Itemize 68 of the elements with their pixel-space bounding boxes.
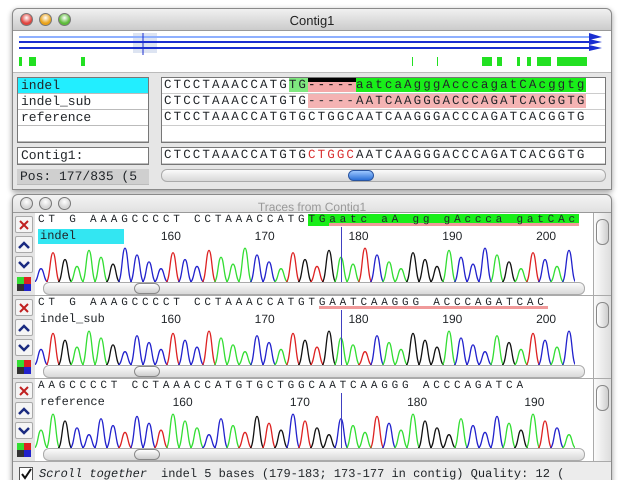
move-down-button[interactable] (15, 422, 33, 439)
vertical-scrollbar[interactable] (593, 379, 611, 461)
close-button[interactable] (15, 299, 33, 316)
chevron-up-icon (18, 324, 30, 332)
sequence-row: CTCCTAAACCATGTGCTGGCAATCAAGGGACCCAGATCACGGTG (162, 110, 605, 126)
move-up-button[interactable] (15, 319, 33, 336)
base-calls: AAGCCCCT CCTAAACCATGTGCTGGCAATCAAGGG ACCCAGATCA (37, 379, 528, 394)
position-tick: 190 (441, 311, 464, 328)
horizontal-scrollbar[interactable] (161, 169, 606, 182)
position-tick: 170 (254, 311, 276, 328)
zoom-button[interactable] (58, 13, 71, 26)
move-down-button[interactable] (15, 256, 33, 273)
minimize-button[interactable] (39, 13, 52, 26)
move-up-button[interactable] (15, 402, 33, 419)
window-title: Traces from Contig1 (258, 200, 366, 214)
vertical-scrollbar[interactable] (593, 213, 611, 295)
horizontal-scrollbar[interactable] (43, 282, 585, 295)
close-button[interactable] (15, 382, 33, 399)
chevron-down-icon (18, 426, 30, 434)
position-tick: 170 (288, 394, 311, 411)
move-up-button[interactable] (15, 236, 33, 253)
chevron-down-icon (18, 260, 30, 268)
position-tick: 160 (160, 311, 182, 328)
vertical-scrollbar[interactable] (593, 296, 611, 378)
base-calls: CT G AAAGCCCCT CCTAAACCATG TG aatc aA gg gAccca gatCAc (37, 213, 580, 228)
sequence-row: CTCCTAAACCATG TG-----aatcaAgggAcccagatCAcggtg (162, 78, 605, 94)
base-calls: CT G AAAGCCCCT CCTAAACCATGT GAATCAAGGG ACCCAGATCAC (37, 296, 549, 311)
position-tick: 190 (523, 394, 546, 411)
position-tick: 170 (254, 228, 276, 245)
sequence-row: CTCCTAAACCATGTG-----AATCAAGGGACCCAGATCACGGTG (162, 94, 605, 110)
window-title: Contig1 (290, 13, 334, 28)
base-colors-icon (16, 359, 32, 375)
position-tick: 200 (535, 311, 558, 328)
chevron-down-icon (18, 344, 30, 352)
cursor-line (341, 227, 342, 282)
chevron-up-icon (18, 240, 30, 248)
position-tick: 180 (406, 394, 428, 411)
checkbox-label: Scroll together (39, 466, 148, 480)
close-icon (19, 220, 29, 230)
status-message: indel 5 bases (179-183; 173-177 in contig) Quality: 12 ( (161, 466, 564, 480)
position-readout: Pos: 177/835 (5 (17, 169, 149, 185)
close-icon (19, 386, 29, 396)
horizontal-scrollbar[interactable] (43, 448, 585, 461)
trace-name: indel_sub (39, 312, 106, 326)
position-tick: 200 (535, 228, 558, 245)
position-tick: 180 (347, 311, 370, 328)
scroll-together-checkbox[interactable] (19, 467, 33, 480)
move-down-button[interactable] (15, 339, 33, 356)
cursor-line (341, 310, 342, 365)
chevron-up-icon (18, 406, 30, 414)
close-icon (19, 302, 29, 312)
trace-name: reference (39, 394, 106, 410)
position-tick: 160 (160, 228, 182, 245)
sequence-name[interactable]: indel (18, 78, 148, 94)
position-tick: 160 (172, 394, 194, 411)
sequence-name[interactable]: indel_sub (18, 94, 148, 110)
position-tick: 180 (347, 228, 370, 245)
base-colors-icon (16, 442, 32, 458)
close-button[interactable] (15, 216, 33, 233)
horizontal-scrollbar[interactable] (43, 365, 585, 378)
trace-name: indel (38, 228, 124, 244)
position-tick: 190 (441, 228, 464, 245)
close-button[interactable] (20, 13, 33, 26)
consensus-label: Contig1: (18, 148, 148, 164)
cursor-line (341, 393, 342, 448)
sequence-name[interactable]: reference (18, 110, 148, 126)
consensus-sequence: CTCCTAAACCATGTG CTGGCAATCAAGGGACCCAGATCACGGTG (162, 148, 605, 164)
base-colors-icon (16, 276, 32, 292)
